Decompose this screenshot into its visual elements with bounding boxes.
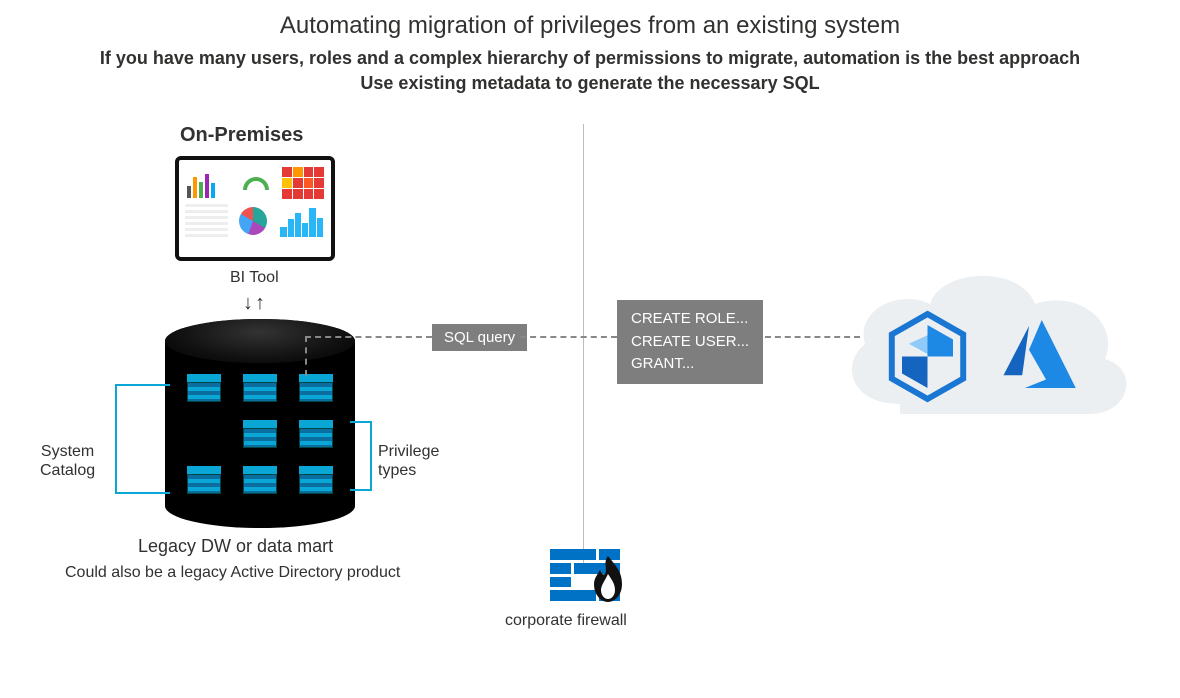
stmt-grant: GRANT... — [631, 353, 749, 376]
firewall-label: corporate firewall — [505, 612, 627, 630]
flow-dash-vert — [305, 336, 307, 376]
page-title: Automating migration of privileges from … — [0, 0, 1180, 40]
cloud-group — [820, 254, 1140, 444]
legacy-sub-label: Could also be a legacy Active Directory … — [65, 564, 400, 582]
database-cylinder-icon — [165, 319, 355, 524]
azure-logo-icon — [995, 314, 1080, 394]
on-premises-heading: On-Premises — [180, 124, 303, 147]
firewall-divider-line — [583, 124, 584, 574]
bi-tool-label: BI Tool — [230, 269, 279, 287]
stmt-create-role: CREATE ROLE... — [631, 308, 749, 331]
bidirectional-arrow-icon: ↓↑ — [243, 292, 267, 315]
diagram-canvas: On-Premises BI Tool ↓↑ — [0, 104, 1180, 664]
page-subtitle-1: If you have many users, roles and a comp… — [0, 48, 1180, 69]
privilege-types-label: Privilege types — [378, 442, 439, 480]
azure-synapse-icon — [885, 309, 970, 404]
stmt-create-user: CREATE USER... — [631, 331, 749, 354]
sql-query-node: SQL query — [432, 324, 527, 351]
flow-dash-1 — [305, 336, 432, 338]
legacy-dw-label: Legacy DW or data mart — [138, 536, 333, 557]
system-catalog-label: System Catalog — [40, 442, 95, 480]
connector-privilege-types — [350, 421, 372, 491]
cloud-icon — [820, 254, 1140, 444]
bi-tool-dashboard-icon — [175, 156, 335, 261]
sql-statements-node: CREATE ROLE... CREATE USER... GRANT... — [617, 300, 763, 384]
connector-system-catalog — [115, 384, 170, 494]
flow-dash-2 — [520, 336, 617, 338]
firewall-icon — [540, 549, 630, 604]
page-subtitle-2: Use existing metadata to generate the ne… — [0, 73, 1180, 94]
